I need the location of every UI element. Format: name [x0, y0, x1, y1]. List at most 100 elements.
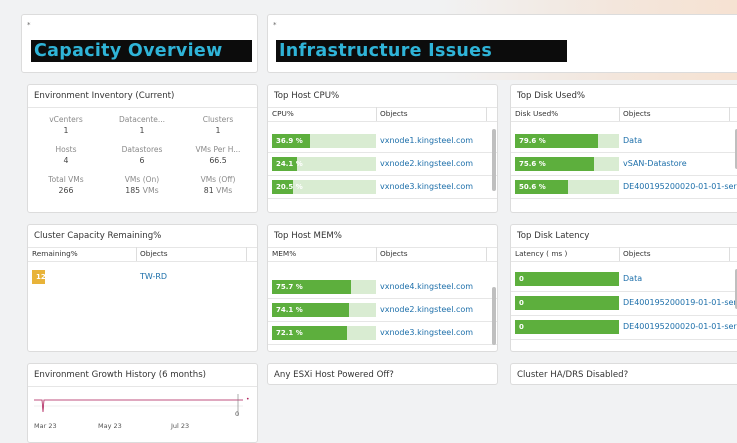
table-row[interactable]: 0 DE400195200020-01-01-ser: [511, 315, 737, 339]
header-separator: [511, 261, 737, 262]
column-divider: [619, 247, 620, 261]
inventory-stat-number: 266: [58, 186, 74, 195]
table-row[interactable]: 75.7 % vxnode4.kingsteel.com: [268, 275, 497, 298]
inventory-stat-label: vCenters: [49, 115, 83, 124]
metric-value: 20.5 %: [276, 182, 303, 191]
panel-title: Cluster Capacity Remaining%: [28, 225, 257, 248]
host-powered-off-panel: Any ESXi Host Powered Off?: [267, 363, 498, 385]
inventory-stat-label: VMs (On): [124, 175, 160, 184]
table-row[interactable]: 24.1 % vxnode2.kingsteel.com: [268, 152, 497, 175]
table-row[interactable]: 0 DE400195200019-01-01-ser: [511, 291, 737, 315]
table-row[interactable]: 75.6 % vSAN-Datastore: [511, 152, 737, 175]
top-disk-used-panel: Top Disk Used% Disk Used% Objects 79.6 % Da…: [510, 84, 737, 213]
metric-value: 0: [519, 323, 524, 331]
inventory-stat-number: 81: [203, 186, 214, 195]
panel-title: Cluster HA/DRS Disabled?: [517, 370, 629, 380]
column-divider: [376, 107, 377, 121]
table-row[interactable]: 50.6 % DE400195200020-01-01-ser: [511, 175, 737, 198]
x-tick-label: Mar 23: [34, 422, 57, 430]
inventory-stat-value: 1: [36, 126, 96, 135]
panel-menu-marker[interactable]: *: [273, 21, 277, 29]
object-link[interactable]: TW-RD: [140, 272, 167, 281]
vertical-scrollbar[interactable]: [492, 129, 496, 191]
metric-value: 0: [519, 299, 524, 307]
column-divider: [729, 107, 730, 121]
panel-title: Any ESXi Host Powered Off?: [274, 370, 394, 380]
metric-bar: 0: [515, 272, 619, 286]
table-row[interactable]: 36.9 % vxnode1.kingsteel.com: [268, 129, 497, 152]
metric-bar: 72.1 %: [272, 325, 376, 340]
inventory-stat-unit: VMs: [142, 186, 159, 195]
panel-title: Environment Inventory (Current): [28, 85, 257, 108]
panel-menu-marker[interactable]: *: [27, 21, 31, 29]
object-link[interactable]: vxnode1.kingsteel.com: [380, 136, 473, 145]
object-link[interactable]: vxnode2.kingsteel.com: [380, 159, 473, 168]
column-divider: [486, 107, 487, 121]
panel-title: Top Disk Latency: [511, 225, 737, 248]
object-link[interactable]: vxnode2.kingsteel.com: [380, 305, 473, 314]
object-link[interactable]: vxnode3.kingsteel.com: [380, 182, 473, 191]
column-header[interactable]: Objects: [623, 249, 651, 258]
inventory-stat-value: 266: [36, 186, 96, 195]
inventory-stat-label: Datastores: [121, 145, 163, 154]
infrastructure-issues-title: Infrastructure Issues: [276, 40, 567, 62]
inventory-stat: VMs Per H... 66.5: [188, 145, 248, 165]
panel-title: Top Host MEM%: [268, 225, 497, 248]
column-header[interactable]: Remaining%: [32, 249, 78, 258]
column-header[interactable]: Objects: [380, 109, 408, 118]
column-header[interactable]: Disk Used%: [515, 109, 558, 118]
column-header[interactable]: MEM%: [272, 249, 296, 258]
table-row[interactable]: 20.5 % vxnode3.kingsteel.com: [268, 175, 497, 198]
object-link[interactable]: DE400195200020-01-01-ser: [623, 322, 737, 331]
inventory-stat-label: Hosts: [55, 145, 77, 154]
inventory-stat-number: 1: [63, 126, 69, 135]
metric-bar-fill: [515, 272, 619, 286]
object-link[interactable]: vxnode4.kingsteel.com: [380, 282, 473, 291]
top-disk-latency-panel: Top Disk Latency Latency ( ms ) Objects 0 D…: [510, 224, 737, 352]
column-header[interactable]: Latency ( ms ): [515, 249, 567, 258]
header-separator: [268, 261, 497, 262]
header-separator: [511, 121, 737, 122]
inventory-stat-value: 1: [188, 126, 248, 135]
top-host-mem-panel: Top Host MEM% MEM% Objects 75.7 % vxnode4.k…: [267, 224, 498, 352]
table-row[interactable]: 72.1 % vxnode3.kingsteel.com: [268, 321, 497, 344]
object-link[interactable]: vSAN-Datastore: [623, 159, 687, 168]
inventory-stat-label: VMs Per H...: [195, 145, 241, 154]
metric-value: 0: [519, 275, 524, 283]
inventory-stat-number: 66.5: [209, 156, 227, 165]
inventory-stat-label: Clusters: [202, 115, 234, 124]
panel-title: Environment Growth History (6 months): [28, 364, 257, 387]
inventory-stat-value: 66.5: [188, 156, 248, 165]
object-link[interactable]: DE400195200019-01-01-ser: [623, 298, 737, 307]
inventory-stat-number: 1: [215, 126, 221, 135]
inventory-stat-unit: VMs: [216, 186, 233, 195]
object-link[interactable]: Data: [623, 136, 642, 145]
x-tick-label: May 23: [98, 422, 122, 430]
column-header[interactable]: CPU%: [272, 109, 294, 118]
object-link[interactable]: Data: [623, 274, 642, 283]
object-link[interactable]: vxnode3.kingsteel.com: [380, 328, 473, 337]
metric-bar: 75.7 %: [272, 279, 376, 294]
column-header[interactable]: Objects: [380, 249, 408, 258]
column-divider: [619, 107, 620, 121]
column-header[interactable]: Objects: [623, 109, 651, 118]
vertical-scrollbar[interactable]: [492, 287, 496, 345]
inventory-stat: Hosts 4: [36, 145, 96, 165]
table-row[interactable]: 0 Data: [511, 267, 737, 291]
column-divider: [486, 247, 487, 261]
cluster-capacity-panel: Cluster Capacity Remaining% Remaining% Ob…: [27, 224, 258, 352]
metric-value: 50.6 %: [519, 182, 546, 191]
inventory-stat: Datacente... 1: [112, 115, 172, 135]
inventory-stat-value: 6: [112, 156, 172, 165]
table-row[interactable]: 79.6 % Data: [511, 129, 737, 152]
metric-value: 36.9 %: [276, 136, 303, 145]
metric-value: 24.1 %: [276, 159, 303, 168]
table-row[interactable]: 12.1 % TW-RD: [28, 269, 257, 285]
table-row[interactable]: 74.1 % vxnode2.kingsteel.com: [268, 298, 497, 321]
object-link[interactable]: DE400195200020-01-01-ser: [623, 182, 737, 191]
growth-history-chart[interactable]: • 0: [28, 388, 258, 438]
inventory-stat-value: 81 VMs: [188, 186, 248, 195]
column-header[interactable]: Objects: [140, 249, 168, 258]
header-separator: [268, 121, 497, 122]
growth-end-marker: •: [246, 396, 250, 403]
